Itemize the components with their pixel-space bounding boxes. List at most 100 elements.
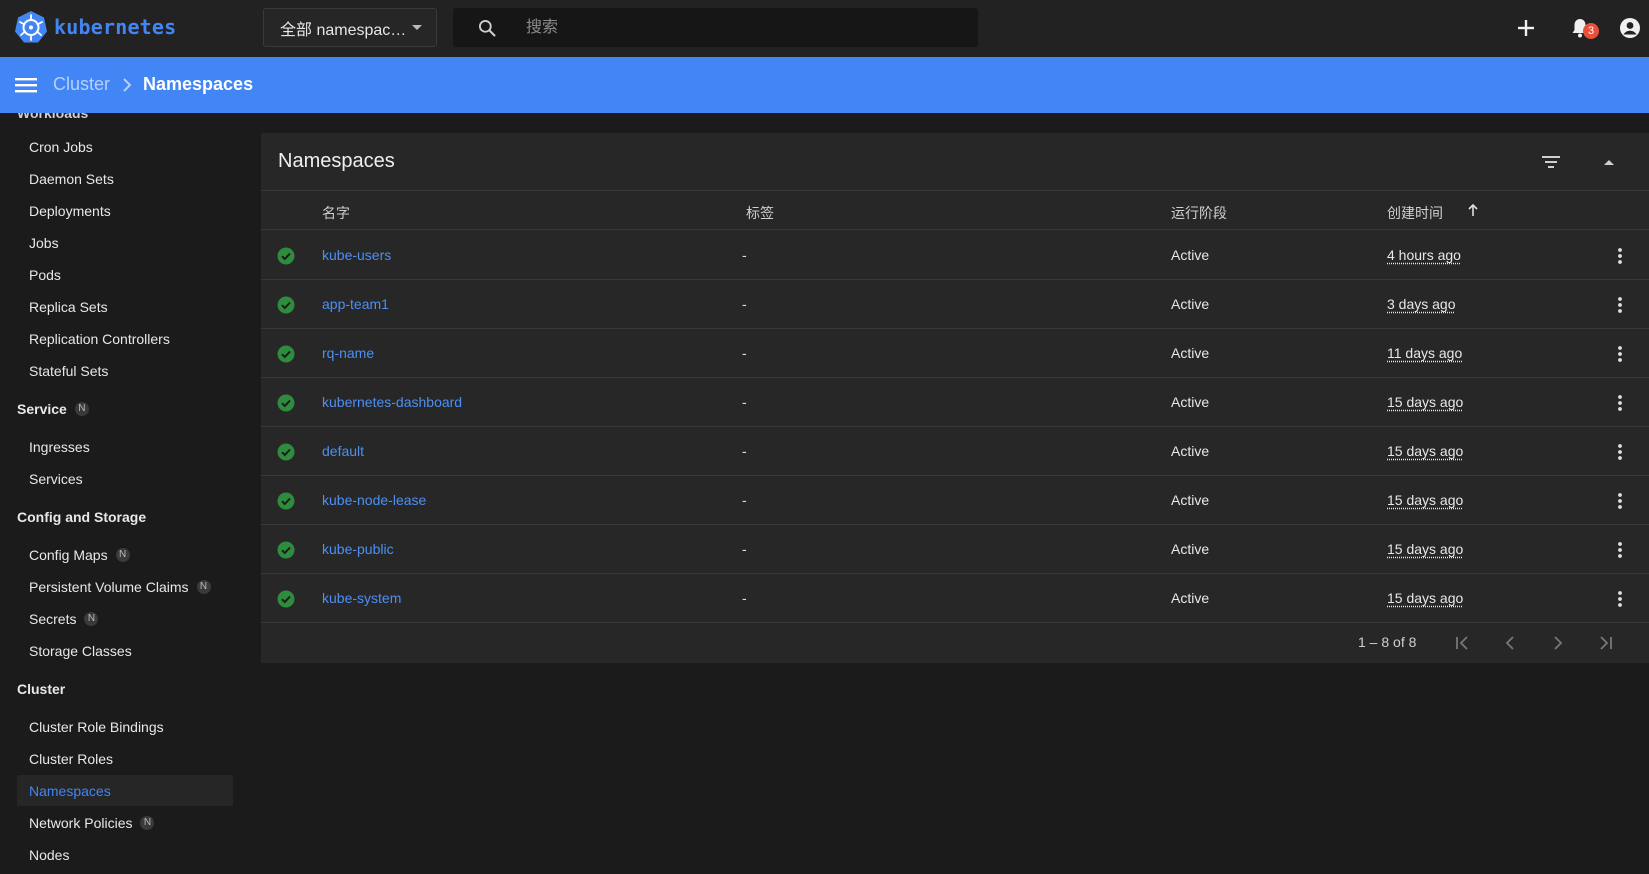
namespace-selector[interactable]: 全部 namespac…	[263, 8, 437, 47]
namespaced-badge: N	[140, 815, 155, 830]
sidebar-item-stateful-sets[interactable]: Stateful Sets	[17, 355, 233, 386]
sidebar-item-config-maps[interactable]: Config Maps N	[17, 539, 233, 570]
sidebar-heading-label: Cluster	[17, 681, 66, 697]
sidebar-item-cron-jobs[interactable]: Cron Jobs	[17, 131, 233, 162]
filter-icon[interactable]	[1539, 150, 1563, 174]
card-title: Namespaces	[278, 150, 395, 172]
status-check-icon	[277, 590, 295, 608]
sort-ascending-arrow-icon[interactable]	[1465, 202, 1481, 218]
sidebar-heading-label: Service	[17, 401, 67, 417]
namespace-name-link[interactable]: rq-name	[322, 345, 374, 361]
more-vert-icon[interactable]	[1610, 540, 1630, 560]
namespace-name-link[interactable]: kube-node-lease	[322, 492, 426, 508]
add-icon[interactable]	[1514, 16, 1538, 40]
collapse-arrow-icon[interactable]	[1599, 152, 1619, 172]
sidebar-item-replica-sets[interactable]: Replica Sets	[17, 291, 233, 322]
sidebar-item-label: Network Policies	[29, 814, 133, 831]
namespace-name-link[interactable]: default	[322, 443, 364, 459]
namespaced-badge: N	[84, 611, 99, 626]
chevron-right-icon	[123, 78, 132, 92]
sidebar-heading-workloads[interactable]: Workloads	[17, 113, 88, 121]
sidebar-item-jobs[interactable]: Jobs	[17, 227, 233, 258]
sidebar-item-secrets[interactable]: Secrets N	[17, 603, 233, 634]
status-check-icon	[277, 394, 295, 412]
more-vert-icon[interactable]	[1610, 393, 1630, 413]
sidebar-item-nodes[interactable]: Nodes	[17, 839, 233, 870]
kubernetes-logo[interactable]: kubernetes	[14, 10, 176, 44]
namespace-name-link[interactable]: kube-system	[322, 590, 401, 606]
status-check-icon	[277, 541, 295, 559]
namespace-name-link[interactable]: app-team1	[322, 296, 389, 312]
sidebar-item-daemon-sets[interactable]: Daemon Sets	[17, 163, 233, 194]
menu-icon[interactable]	[15, 75, 37, 95]
more-vert-icon[interactable]	[1610, 246, 1630, 266]
sidebar-item-cluster-roles[interactable]: Cluster Roles	[17, 743, 233, 774]
namespace-name-link[interactable]: kube-public	[322, 541, 394, 557]
table-row[interactable]: kubernetes-dashboard - Active 15 days ago	[261, 378, 1649, 427]
account-circle-icon[interactable]	[1618, 16, 1642, 40]
sidebar-item-namespaces[interactable]: Namespaces	[17, 775, 233, 806]
column-header-labels: 标签	[746, 205, 774, 221]
table-row[interactable]: kube-users - Active 4 hours ago	[261, 231, 1649, 280]
next-page-icon[interactable]	[1547, 632, 1569, 654]
search-icon	[479, 20, 496, 37]
table-row[interactable]: default - Active 15 days ago	[261, 427, 1649, 476]
namespace-name-link[interactable]: kubernetes-dashboard	[322, 394, 462, 410]
sidebar-heading-cluster[interactable]: Cluster	[17, 681, 65, 697]
namespace-phase: Active	[1171, 394, 1210, 410]
previous-page-icon[interactable]	[1499, 632, 1521, 654]
sidebar-item-label: Jobs	[29, 234, 59, 251]
namespace-age: 15 days ago	[1387, 394, 1464, 410]
sidebar-item-label: Secrets	[29, 610, 77, 627]
namespaced-badge: N	[196, 579, 211, 594]
sidebar-item-cluster-role-bindings[interactable]: Cluster Role Bindings	[17, 711, 233, 742]
table-row[interactable]: kube-node-lease - Active 15 days ago	[261, 476, 1649, 525]
search-bar[interactable]	[453, 8, 978, 47]
namespace-labels: -	[742, 590, 747, 606]
namespace-labels: -	[742, 492, 747, 508]
table-row[interactable]: rq-name - Active 11 days ago	[261, 329, 1649, 378]
namespace-labels: -	[742, 394, 747, 410]
breadcrumb-cluster-link[interactable]: Cluster	[53, 74, 110, 95]
more-vert-icon[interactable]	[1610, 589, 1630, 609]
breadcrumb-bar: Cluster Namespaces	[0, 57, 1649, 113]
table-row[interactable]: kube-public - Active 15 days ago	[261, 525, 1649, 574]
paginator: 1 – 8 of 8	[261, 622, 1649, 663]
status-check-icon	[277, 247, 295, 265]
namespace-phase: Active	[1171, 492, 1210, 508]
namespace-name-link[interactable]: kube-users	[322, 247, 391, 263]
sidebar-item-label: Cluster Role Bindings	[29, 718, 164, 735]
namespace-phase: Active	[1171, 247, 1210, 263]
column-header-name[interactable]: 名字	[322, 203, 350, 223]
last-page-icon[interactable]	[1594, 632, 1616, 654]
sidebar-item-label: Persistent Volume Claims	[29, 578, 189, 595]
search-input[interactable]	[526, 16, 956, 40]
kubernetes-logo-icon	[15, 11, 47, 43]
more-vert-icon[interactable]	[1610, 442, 1630, 462]
namespace-age: 15 days ago	[1387, 443, 1464, 459]
first-page-icon[interactable]	[1452, 632, 1474, 654]
sidebar-item-persistent-volume-claims[interactable]: Persistent Volume Claims N	[17, 571, 233, 602]
sidebar-item-ingresses[interactable]: Ingresses	[17, 431, 233, 462]
namespace-phase: Active	[1171, 541, 1210, 557]
namespace-age: 4 hours ago	[1387, 247, 1461, 263]
more-vert-icon[interactable]	[1610, 491, 1630, 511]
sidebar-heading-service[interactable]: Service N	[17, 401, 89, 417]
namespace-labels: -	[742, 541, 747, 557]
sidebar-item-deployments[interactable]: Deployments	[17, 195, 233, 226]
namespace-labels: -	[742, 345, 747, 361]
namespace-labels: -	[742, 296, 747, 312]
sidebar-item-storage-classes[interactable]: Storage Classes	[17, 635, 233, 666]
sidebar-heading-config-and-storage[interactable]: Config and Storage	[17, 509, 146, 525]
sidebar-item-pods[interactable]: Pods	[17, 259, 233, 290]
sidebar-item-replication-controllers[interactable]: Replication Controllers	[17, 323, 233, 354]
column-header-created[interactable]: 创建时间	[1387, 203, 1443, 223]
table-row[interactable]: app-team1 - Active 3 days ago	[261, 280, 1649, 329]
sidebar-item-services[interactable]: Services	[17, 463, 233, 494]
namespace-age: 15 days ago	[1387, 541, 1464, 557]
more-vert-icon[interactable]	[1610, 344, 1630, 364]
namespace-phase: Active	[1171, 345, 1210, 361]
table-row[interactable]: kube-system - Active 15 days ago	[261, 574, 1649, 623]
sidebar-item-network-policies[interactable]: Network Policies N	[17, 807, 233, 838]
more-vert-icon[interactable]	[1610, 295, 1630, 315]
